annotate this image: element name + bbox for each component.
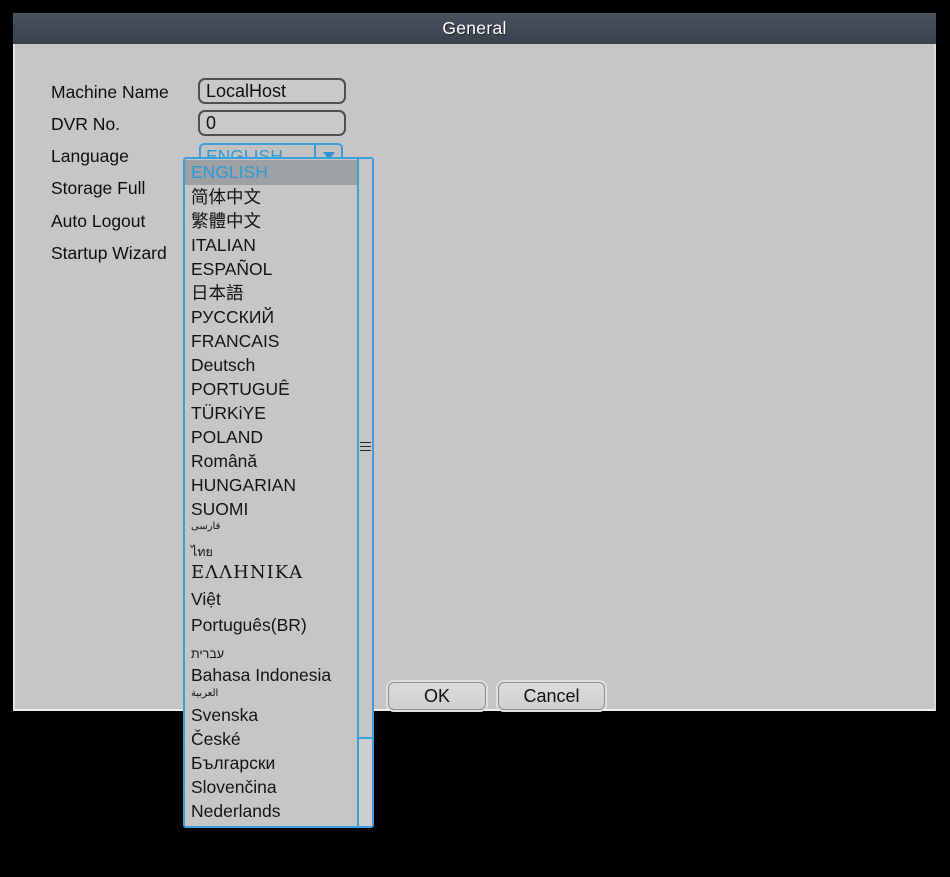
dropdown-item[interactable]: עברית — [185, 638, 357, 662]
dvr-no-input[interactable] — [198, 110, 346, 136]
dvr-no-label: DVR No. — [51, 110, 120, 138]
dropdown-item[interactable]: Nederlands — [185, 799, 357, 823]
dropdown-item[interactable]: فارسى — [185, 521, 357, 536]
dropdown-item[interactable]: ENGLISH — [185, 160, 357, 185]
general-settings-dialog: General Machine Name DVR No. Language St… — [13, 13, 936, 711]
dropdown-item[interactable]: ESPAÑOL — [185, 257, 357, 281]
dropdown-item[interactable]: 繁體中文 — [185, 209, 357, 233]
dropdown-item[interactable]: FRANCAIS — [185, 329, 357, 353]
auto-logout-label: Auto Logout — [51, 207, 145, 235]
dropdown-item[interactable]: Việt — [185, 586, 357, 612]
dropdown-item[interactable]: ΕΛΛΗΝΙΚΑ — [185, 560, 357, 586]
dropdown-item[interactable]: Português(BR) — [185, 612, 357, 638]
machine-name-label: Machine Name — [51, 78, 169, 106]
storage-full-label: Storage Full — [51, 174, 145, 202]
dropdown-item[interactable]: PORTUGUÊ — [185, 377, 357, 401]
dropdown-item[interactable]: ไทย — [185, 536, 357, 560]
dropdown-item[interactable]: Română — [185, 449, 357, 473]
dialog-title: General — [442, 18, 506, 39]
dropdown-item[interactable]: 简体中文 — [185, 185, 357, 209]
dialog-titlebar: General — [13, 13, 936, 44]
dropdown-item[interactable]: TÜRKiYE — [185, 401, 357, 425]
dropdown-item[interactable]: Slovenčina — [185, 775, 357, 799]
language-dropdown: ENGLISH简体中文繁體中文ITALIANESPAÑOL日本語РУССКИЙF… — [183, 157, 374, 828]
startup-wizard-label: Startup Wizard — [51, 239, 167, 267]
language-label: Language — [51, 142, 129, 170]
dropdown-scrollbar-thumb[interactable] — [359, 159, 372, 739]
dropdown-item[interactable]: ITALIAN — [185, 233, 357, 257]
machine-name-input[interactable] — [198, 78, 346, 104]
scrollbar-grip-icon — [360, 442, 371, 454]
dropdown-item[interactable]: Svenska — [185, 703, 357, 727]
dropdown-item[interactable]: SUOMI — [185, 497, 357, 521]
dropdown-item[interactable]: POLAND — [185, 425, 357, 449]
cancel-button[interactable]: Cancel — [498, 682, 605, 710]
ok-button[interactable]: OK — [388, 682, 486, 710]
dropdown-item[interactable]: العربية — [185, 688, 357, 703]
language-dropdown-list: ENGLISH简体中文繁體中文ITALIANESPAÑOL日本語РУССКИЙF… — [185, 159, 357, 826]
dropdown-item[interactable]: 日本語 — [185, 281, 357, 305]
dropdown-scrollbar[interactable] — [357, 159, 372, 826]
dropdown-item[interactable]: Български — [185, 751, 357, 775]
dropdown-item[interactable]: РУССКИЙ — [185, 305, 357, 329]
dropdown-item[interactable]: Deutsch — [185, 353, 357, 377]
dropdown-item[interactable]: Bahasa Indonesia — [185, 662, 357, 688]
dropdown-item[interactable]: HUNGARIAN — [185, 473, 357, 497]
dropdown-item[interactable]: České — [185, 727, 357, 751]
